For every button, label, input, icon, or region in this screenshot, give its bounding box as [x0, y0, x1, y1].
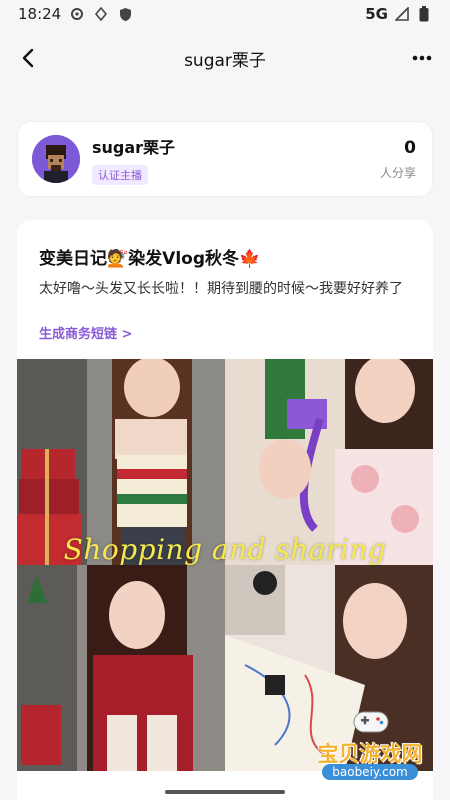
- profile-card[interactable]: sugar栗子 认证主播 0 人分享: [17, 121, 433, 197]
- back-button[interactable]: [14, 44, 42, 72]
- avatar[interactable]: [32, 135, 80, 183]
- nav-bar: sugar栗子: [0, 36, 450, 80]
- status-bar: 18:24 5G: [0, 0, 450, 28]
- battery-icon: [416, 6, 432, 22]
- post-title: 变美日记💇染发Vlog秋冬🍁: [39, 249, 261, 269]
- network-type: 5G: [365, 5, 388, 23]
- signal-icon: [394, 6, 410, 22]
- generate-short-link-button[interactable]: 生成商务短链 >: [39, 323, 132, 342]
- share-count: 0: [404, 137, 416, 158]
- gamepad-logo-icon: [353, 711, 389, 733]
- post-description: 太好噜～头发又长长啦！！期待到腰的时候～我要好好养了: [39, 281, 403, 297]
- settings-gear-icon: [69, 6, 85, 22]
- verified-host-badge: 认证主播: [92, 164, 148, 185]
- status-time: 18:24: [18, 5, 62, 23]
- watermark-url: baobeiy.com: [322, 764, 418, 780]
- more-options-button[interactable]: [408, 44, 436, 72]
- data-saver-icon: [93, 6, 109, 22]
- site-watermark: 宝贝游戏网 baobeiy.com: [300, 700, 440, 790]
- shield-icon: [117, 6, 133, 22]
- share-label: 人分享: [379, 165, 416, 180]
- profile-name: sugar栗子: [92, 137, 176, 157]
- share-stats: 0 人分享: [380, 138, 416, 181]
- page-title: sugar栗子: [184, 50, 266, 71]
- photo-overlay-caption: Shopping and sharing: [63, 533, 387, 566]
- chevron-left-icon: [22, 48, 34, 68]
- more-dots-icon: [412, 55, 432, 61]
- post-photo[interactable]: [17, 565, 225, 771]
- home-indicator[interactable]: [165, 790, 285, 794]
